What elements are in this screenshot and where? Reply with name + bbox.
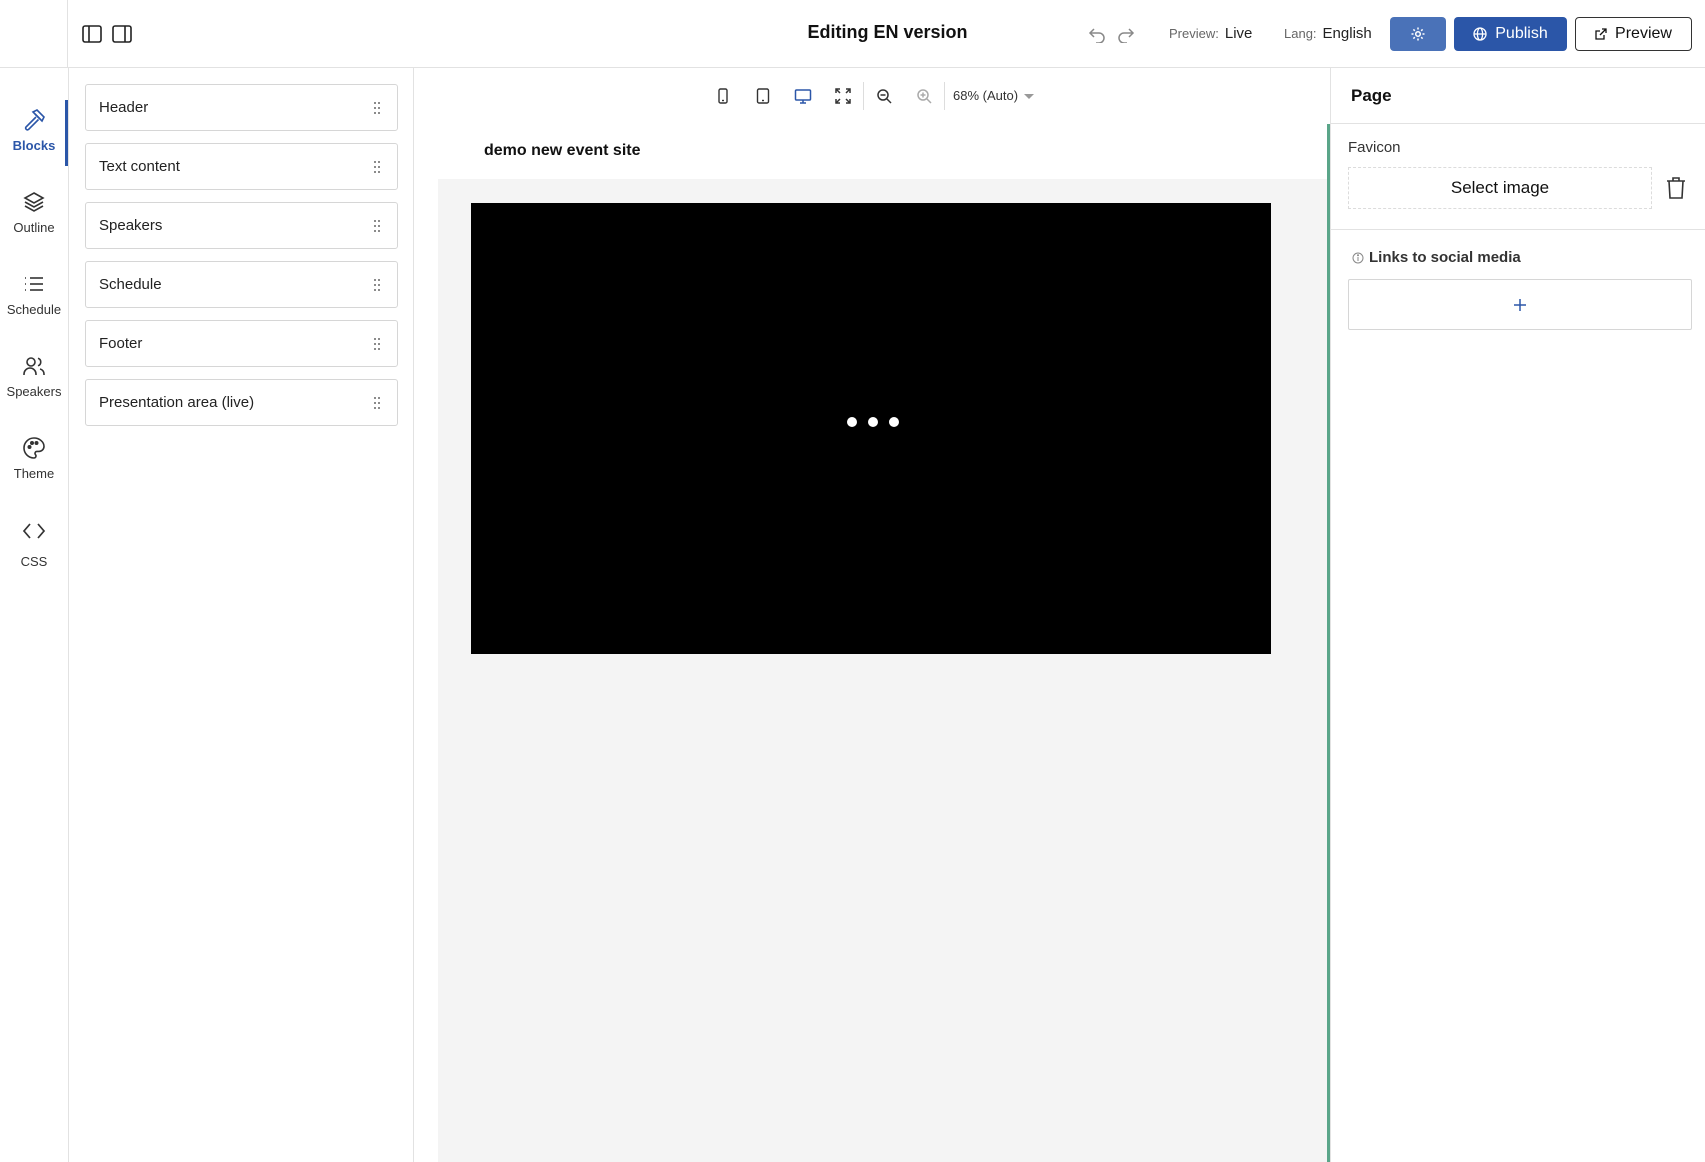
zoom-out-icon[interactable] — [873, 85, 895, 107]
rail-item-schedule[interactable]: Schedule — [0, 264, 68, 334]
block-item-header[interactable]: Header — [85, 84, 398, 131]
select-image-label: Select image — [1450, 178, 1550, 197]
block-label: Schedule — [99, 276, 162, 293]
toggle-right-panel-icon[interactable] — [110, 22, 134, 46]
block-label: Speakers — [99, 217, 163, 234]
globe-icon — [1473, 27, 1487, 41]
users-icon — [23, 357, 45, 375]
rail-label: Blocks — [12, 138, 56, 153]
publish-button[interactable]: Publish — [1454, 17, 1567, 51]
block-label: Presentation area (live) — [99, 394, 255, 411]
loading-dot — [847, 417, 857, 427]
favicon-label: Favicon — [1348, 139, 1401, 156]
drag-handle-icon[interactable] — [373, 160, 381, 174]
zoom-in-icon[interactable] — [913, 85, 935, 107]
desktop-view-icon[interactable] — [792, 85, 814, 107]
mobile-view-icon[interactable] — [712, 85, 734, 107]
chevron-down-icon — [1023, 94, 1034, 100]
rail-item-blocks[interactable]: Blocks — [0, 100, 68, 170]
block-label: Header — [99, 99, 149, 116]
loading-dot — [868, 417, 878, 427]
preview-mode[interactable]: Preview: Live — [1169, 25, 1252, 42]
rail-item-css[interactable]: CSS — [0, 510, 68, 580]
publish-label: Publish — [1495, 25, 1548, 42]
rail-label: Speakers — [6, 384, 62, 399]
select-image-button[interactable]: Select image — [1348, 167, 1652, 209]
toggle-left-panel-icon[interactable] — [80, 22, 104, 46]
block-item-presentation-area[interactable]: Presentation area (live) — [85, 379, 398, 426]
preview-key: Preview: — [1169, 26, 1219, 41]
drag-handle-icon[interactable] — [373, 101, 381, 115]
lang-value: English — [1322, 25, 1372, 42]
layers-icon — [23, 192, 45, 212]
tablet-view-icon[interactable] — [752, 85, 774, 107]
drag-handle-icon[interactable] — [373, 396, 381, 410]
loading-dot — [889, 417, 899, 427]
rail-label: Theme — [13, 466, 55, 481]
preview-frame: demo new event site — [438, 124, 1330, 1162]
drag-handle-icon[interactable] — [373, 337, 381, 351]
toolbar-divider — [863, 82, 864, 110]
redo-icon[interactable] — [1115, 23, 1137, 45]
code-icon — [22, 523, 46, 539]
palette-icon — [23, 437, 45, 459]
block-item-schedule[interactable]: Schedule — [85, 261, 398, 308]
lang-key: Lang: — [1284, 26, 1317, 41]
preview-button[interactable]: Preview — [1575, 17, 1692, 51]
properties-header: Page — [1331, 68, 1705, 124]
preview-value: Live — [1224, 25, 1253, 42]
add-social-link-button[interactable] — [1348, 279, 1692, 330]
drag-handle-icon[interactable] — [373, 219, 381, 233]
drag-handle-icon[interactable] — [373, 278, 381, 292]
social-links-text: Links to social media — [1369, 249, 1521, 266]
gear-icon — [1411, 27, 1425, 41]
preview-label: Preview — [1615, 25, 1672, 42]
site-header[interactable]: demo new event site — [438, 124, 1327, 179]
rail-label: Outline — [13, 220, 55, 235]
properties-divider — [1331, 229, 1705, 230]
logo-area — [0, 0, 68, 68]
rail-item-outline[interactable]: Outline — [0, 182, 68, 252]
block-label: Footer — [99, 335, 143, 352]
top-bar: Editing EN version Preview: Live Lang: Eng… — [0, 0, 1705, 68]
list-icon — [25, 277, 43, 291]
fullscreen-icon[interactable] — [832, 85, 854, 107]
properties-panel: Page Favicon Select image Links to socia… — [1330, 68, 1705, 1162]
social-links-label: Links to social media — [1352, 249, 1521, 266]
block-item-footer[interactable]: Footer — [85, 320, 398, 367]
canvas-toolbar: 68% (Auto) — [414, 68, 1330, 124]
rail-item-speakers[interactable]: Speakers — [0, 346, 68, 416]
undo-icon[interactable] — [1086, 23, 1108, 45]
properties-title: Page — [1351, 86, 1392, 105]
hammer-icon — [24, 109, 45, 131]
plus-icon — [1514, 298, 1526, 311]
block-item-text-content[interactable]: Text content — [85, 143, 398, 190]
block-item-speakers[interactable]: Speakers — [85, 202, 398, 249]
left-rail: Blocks Outline Schedule Speakers Theme C… — [0, 68, 69, 1162]
site-title: demo new event site — [484, 142, 641, 159]
loading-indicator — [847, 417, 899, 427]
block-label: Text content — [99, 158, 180, 175]
rail-label: CSS — [20, 554, 48, 569]
toolbar-divider — [944, 82, 945, 110]
settings-button[interactable] — [1390, 17, 1446, 51]
zoom-value: 68% (Auto) — [953, 88, 1019, 103]
presentation-area[interactable] — [471, 203, 1271, 654]
rail-label: Schedule — [6, 302, 62, 317]
zoom-select[interactable]: 68% (Auto) — [953, 88, 1034, 103]
language-selector[interactable]: Lang: English — [1284, 25, 1372, 42]
page-title: Editing EN version — [807, 22, 968, 42]
info-icon — [1352, 252, 1364, 263]
external-link-icon — [1595, 28, 1607, 40]
blocks-panel: Header Text content Speakers Schedule Fo… — [69, 68, 414, 1162]
trash-icon[interactable] — [1665, 176, 1687, 200]
rail-item-theme[interactable]: Theme — [0, 428, 68, 498]
canvas-area: 68% (Auto) demo new event site — [414, 68, 1330, 1162]
